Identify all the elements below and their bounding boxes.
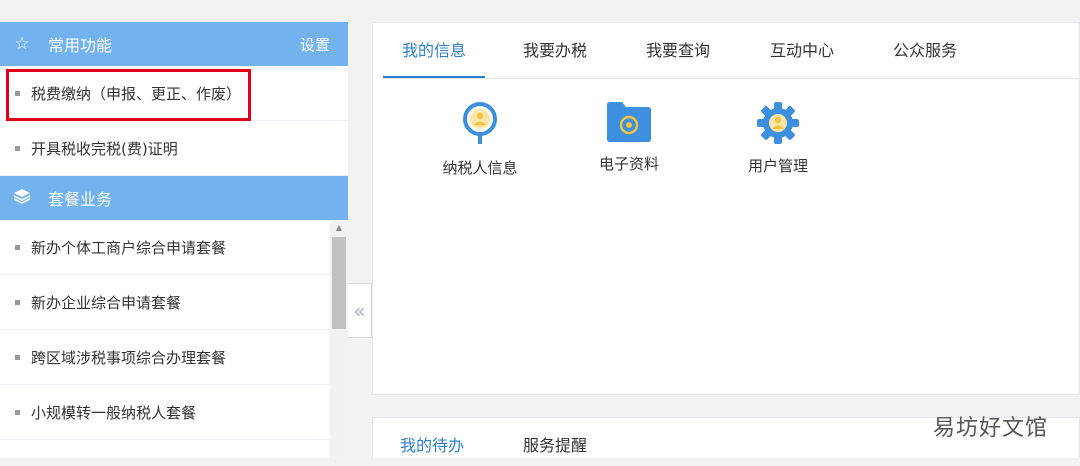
sidebar-scrollbar[interactable]: ▲ xyxy=(330,221,348,458)
package-business-header: 套餐业务 xyxy=(0,176,348,220)
bullet-icon xyxy=(15,244,20,250)
star-icon: ☆ xyxy=(14,34,30,54)
taxpayer-info-icon xyxy=(463,102,497,144)
bullet-icon xyxy=(15,145,20,151)
electronic-documents-button[interactable]: 电子资料 xyxy=(569,101,689,174)
folder-icon xyxy=(607,102,651,142)
sidebar-item-label: 税费缴纳（申报、更正、作废） xyxy=(31,84,242,103)
sidebar-item-label: 新办企业综合申请套餐 xyxy=(31,293,182,312)
tab-public-service[interactable]: 公众服务 xyxy=(893,23,957,78)
sidebar-item-small-scale-package[interactable]: 小规模转一般纳税人套餐 xyxy=(0,385,330,440)
sidebar-item-tax-certificate[interactable]: 开具税收完税(费)证明 xyxy=(0,121,348,176)
double-chevron-left-icon: « xyxy=(353,298,366,323)
tab-interaction-center[interactable]: 互动中心 xyxy=(770,23,834,78)
sidebar-item-enterprise-package[interactable]: 新办企业综合申请套餐 xyxy=(0,275,330,330)
main-panel: 我的信息 我要办税 我要查询 互动中心 公众服务 纳税人信息 电子资料 用户管理 xyxy=(372,22,1080,395)
function-label: 用户管理 xyxy=(747,157,808,175)
common-functions-header: ☆ 常用功能 设置 xyxy=(0,22,348,66)
sidebar-item-label: 跨区域涉税事项综合办理套餐 xyxy=(31,348,227,367)
scroll-up-arrow-icon[interactable]: ▲ xyxy=(330,221,348,235)
sidebar-item-cross-region-package[interactable]: 跨区域涉税事项综合办理套餐 xyxy=(0,330,330,385)
sidebar-item-individual-package[interactable]: 新办个体工商户综合申请套餐 xyxy=(0,220,330,275)
tab-tax-handling[interactable]: 我要办税 xyxy=(523,23,587,78)
tab-service-reminder[interactable]: 服务提醒 xyxy=(523,426,587,459)
layers-icon xyxy=(12,188,32,209)
bullet-icon xyxy=(15,90,20,96)
tab-query[interactable]: 我要查询 xyxy=(646,23,710,78)
settings-link[interactable]: 设置 xyxy=(300,34,330,55)
user-gear-icon xyxy=(757,102,799,144)
tab-my-todo[interactable]: 我的待办 xyxy=(400,426,464,459)
function-label: 纳税人信息 xyxy=(442,159,518,177)
sidebar-item-label: 小规模转一般纳税人套餐 xyxy=(31,403,197,422)
bullet-icon xyxy=(15,299,20,305)
common-functions-title: 常用功能 xyxy=(48,36,113,55)
sidebar-item-tax-payment[interactable]: 税费缴纳（申报、更正、作废） xyxy=(0,66,348,121)
user-management-button[interactable]: 用户管理 xyxy=(718,101,838,176)
tab-my-info[interactable]: 我的信息 xyxy=(383,23,485,78)
function-label: 电子资料 xyxy=(598,155,659,173)
package-business-title: 套餐业务 xyxy=(48,190,113,209)
scroll-thumb[interactable] xyxy=(332,237,346,329)
watermark-text: 易坊好文馆 xyxy=(933,416,1049,441)
bullet-icon xyxy=(15,354,20,360)
left-panel: ☆ 常用功能 设置 税费缴纳（申报、更正、作废） 开具税收完税(费)证明 套餐业… xyxy=(0,22,348,458)
bullet-icon xyxy=(15,409,20,415)
main-tabs: 我的信息 我要办税 我要查询 互动中心 公众服务 xyxy=(383,23,1079,79)
sidebar-item-label: 开具税收完税(费)证明 xyxy=(31,139,178,158)
taxpayer-info-button[interactable]: 纳税人信息 xyxy=(420,101,540,178)
sidebar-item-label: 新办个体工商户综合申请套餐 xyxy=(31,238,227,257)
collapse-sidebar-button[interactable]: « xyxy=(348,283,372,338)
